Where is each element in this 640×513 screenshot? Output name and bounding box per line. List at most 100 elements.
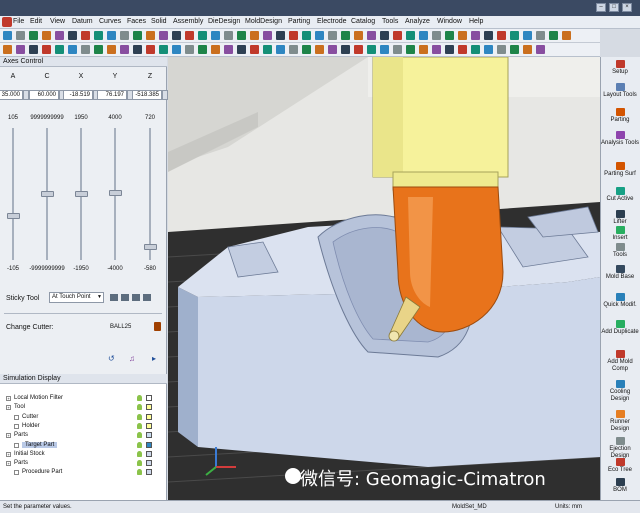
maximize-button[interactable]: □ bbox=[609, 3, 619, 12]
right-tool-parting-surf[interactable]: Parting Surf bbox=[600, 162, 640, 178]
right-tool-setup[interactable]: Setup bbox=[600, 60, 640, 76]
toolbar-button-icon[interactable] bbox=[510, 31, 519, 40]
toolbar-button-icon[interactable] bbox=[276, 45, 285, 54]
visibility-bulb-icon[interactable] bbox=[137, 395, 142, 401]
tree-expander[interactable] bbox=[14, 470, 19, 476]
toolbar-button-icon[interactable] bbox=[458, 45, 467, 54]
toolbar-button-icon[interactable] bbox=[289, 45, 298, 54]
toolbar-button-icon[interactable] bbox=[406, 45, 415, 54]
close-button[interactable]: × bbox=[622, 3, 632, 12]
menu-tools[interactable]: Tools bbox=[382, 18, 398, 25]
toolbar-button-icon[interactable] bbox=[497, 45, 506, 54]
toolbar-button-icon[interactable] bbox=[315, 31, 324, 40]
right-tool-runner[interactable]: Runner Design bbox=[600, 410, 640, 432]
toolbar-button-icon[interactable] bbox=[445, 31, 454, 40]
right-tool-parting[interactable]: Parting bbox=[600, 108, 640, 124]
color-swatch[interactable] bbox=[146, 395, 152, 401]
toolbar-button-icon[interactable] bbox=[211, 45, 220, 54]
toolbar-button-icon[interactable] bbox=[536, 31, 545, 40]
visibility-bulb-icon[interactable] bbox=[137, 404, 142, 411]
toolbar-button-icon[interactable] bbox=[497, 31, 506, 40]
undo-icon[interactable]: ↺ bbox=[108, 354, 115, 363]
toolbar-button-icon[interactable] bbox=[263, 45, 272, 54]
toolbar-button-icon[interactable] bbox=[341, 45, 350, 54]
tree-item-label[interactable]: Procedure Part bbox=[22, 469, 62, 475]
toolbar-button-icon[interactable] bbox=[484, 45, 493, 54]
tree-item-label[interactable]: Tool bbox=[14, 404, 25, 410]
right-tool-insert[interactable]: Insert bbox=[600, 226, 640, 242]
axis-value-y[interactable]: 76.197 bbox=[97, 90, 127, 100]
toolbar-button-icon[interactable] bbox=[107, 45, 116, 54]
fit-icon[interactable] bbox=[132, 294, 140, 301]
right-tool-layout[interactable]: Layout Tools bbox=[600, 83, 640, 99]
tree-expander[interactable]: + bbox=[6, 396, 11, 401]
right-tool-analysis[interactable]: Analysis Tools bbox=[600, 131, 640, 147]
toolbar-button-icon[interactable] bbox=[42, 45, 51, 54]
toolbar-button-icon[interactable] bbox=[445, 45, 454, 54]
toolbar-button-icon[interactable] bbox=[419, 31, 428, 40]
3d-viewport[interactable] bbox=[168, 57, 600, 500]
tree-expander[interactable] bbox=[14, 423, 19, 429]
visibility-bulb-icon[interactable] bbox=[137, 450, 142, 457]
toolbar-button-icon[interactable] bbox=[380, 31, 389, 40]
toolbar-button-icon[interactable] bbox=[159, 45, 168, 54]
toolbar-button-icon[interactable] bbox=[81, 31, 90, 40]
color-swatch[interactable] bbox=[146, 450, 152, 457]
toolbar-button-icon[interactable] bbox=[146, 31, 155, 40]
toolbar-button-icon[interactable] bbox=[29, 31, 38, 40]
pan-icon[interactable] bbox=[110, 294, 118, 301]
menu-assembly[interactable]: Assembly bbox=[173, 18, 203, 25]
toolbar-button-icon[interactable] bbox=[510, 45, 519, 54]
menu-window[interactable]: Window bbox=[437, 18, 462, 25]
tree-expander[interactable]: + bbox=[6, 433, 11, 439]
menu-molddesign[interactable]: MoldDesign bbox=[245, 18, 282, 25]
visibility-bulb-icon[interactable] bbox=[137, 441, 142, 448]
rotate-icon[interactable] bbox=[121, 294, 129, 301]
menu-faces[interactable]: Faces bbox=[127, 18, 146, 25]
toolbar-button-icon[interactable] bbox=[419, 45, 428, 54]
toolbar-button-icon[interactable] bbox=[94, 45, 103, 54]
color-swatch[interactable] bbox=[146, 413, 152, 420]
tree-item-label[interactable]: Local Motion Filter bbox=[14, 395, 63, 401]
toolbar-button-icon[interactable] bbox=[380, 45, 389, 54]
toolbar-button-icon[interactable] bbox=[3, 31, 12, 40]
visibility-bulb-icon[interactable] bbox=[137, 413, 142, 420]
toolbar-button-icon[interactable] bbox=[55, 31, 64, 40]
visibility-bulb-icon[interactable] bbox=[137, 469, 142, 476]
toolbar-button-icon[interactable] bbox=[94, 31, 103, 40]
reset-view-icon[interactable] bbox=[143, 294, 151, 301]
right-tool-cooling[interactable]: Cooling Design bbox=[600, 380, 640, 402]
toolbar-button-icon[interactable] bbox=[185, 45, 194, 54]
toolbar-button-icon[interactable] bbox=[172, 45, 181, 54]
toolbar-button-icon[interactable] bbox=[211, 31, 220, 40]
color-swatch[interactable] bbox=[146, 441, 152, 448]
axis-slider-thumb-y[interactable] bbox=[109, 189, 122, 196]
right-tool-ejection[interactable]: Ejection Design bbox=[600, 437, 640, 459]
cutter-icon[interactable] bbox=[154, 322, 161, 331]
menu-solid[interactable]: Solid bbox=[151, 18, 167, 25]
tree-expander[interactable] bbox=[14, 414, 19, 420]
tree-expander[interactable]: + bbox=[6, 451, 11, 457]
toolbar-button-icon[interactable] bbox=[406, 31, 415, 40]
menu-analyze[interactable]: Analyze bbox=[405, 18, 430, 25]
toolbar-button-icon[interactable] bbox=[432, 31, 441, 40]
menu-electrode[interactable]: Electrode bbox=[317, 18, 347, 25]
toolbar-button-icon[interactable] bbox=[302, 45, 311, 54]
axis-value-a[interactable]: 35.000 bbox=[0, 90, 23, 100]
axis-slider-thumb-c[interactable] bbox=[41, 191, 54, 197]
right-tool-add-duplicate[interactable]: Add Duplicate bbox=[600, 320, 640, 336]
sticky-tool-dropdown[interactable]: At Touch Point bbox=[49, 292, 104, 303]
toolbar-button-icon[interactable] bbox=[3, 45, 12, 54]
toolbar-button-icon[interactable] bbox=[471, 31, 480, 40]
right-tool-mold-base[interactable]: Mold Base bbox=[600, 265, 640, 281]
toolbar-button-icon[interactable] bbox=[159, 31, 168, 40]
toolbar-button-icon[interactable] bbox=[107, 31, 116, 40]
toolbar-button-icon[interactable] bbox=[302, 31, 311, 40]
toolbar-button-icon[interactable] bbox=[315, 45, 324, 54]
menu-help[interactable]: Help bbox=[469, 18, 483, 25]
toolbar-button-icon[interactable] bbox=[42, 31, 51, 40]
color-swatch[interactable] bbox=[146, 460, 152, 467]
toolbar-button-icon[interactable] bbox=[120, 45, 129, 54]
toolbar-button-icon[interactable] bbox=[536, 45, 545, 54]
right-tool-bom[interactable]: BOM bbox=[600, 478, 640, 494]
